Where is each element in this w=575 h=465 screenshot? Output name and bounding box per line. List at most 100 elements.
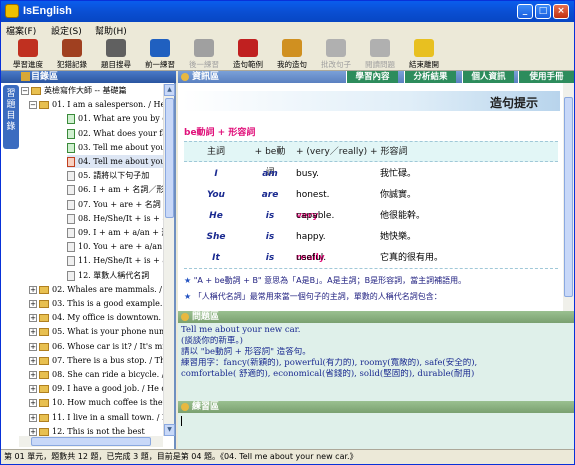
expand-icon[interactable]: + (29, 427, 37, 436)
expand-icon[interactable]: + (29, 385, 37, 394)
tab-analysis-result[interactable]: 分析結果 (404, 71, 456, 83)
tree-folder[interactable]: +03. This is a good example. / (29, 297, 163, 310)
tree-label: 01. I am a salesperson. / He i (52, 100, 163, 110)
grammar-rule: be動詞 + 形容詞 (184, 128, 256, 138)
tree-item[interactable]: 10. You + are + a/an + (67, 240, 163, 253)
folder-icon (39, 342, 49, 351)
expand-icon[interactable]: + (29, 328, 37, 337)
scroll-down-icon[interactable]: ▼ (164, 424, 175, 436)
table-header-cell: + (very／really) + 形容詞 (296, 147, 408, 157)
toolbar-button-9[interactable]: 結束離開 (403, 38, 445, 70)
menu-help[interactable]: 幫助(H) (95, 24, 127, 37)
info-scrollbar[interactable] (563, 83, 574, 311)
maximize-button[interactable]: □ (535, 4, 551, 19)
toolbar-button-4[interactable]: 後一練習 (183, 38, 225, 70)
tree-label: 03. This is a good example. / (52, 299, 163, 308)
completed-check-icon (67, 114, 75, 125)
tree-folder[interactable]: +04. My office is downtown. (29, 311, 161, 324)
expand-icon[interactable]: + (29, 285, 37, 294)
tree-item[interactable]: 06. I + am + 名詞／形 (67, 183, 163, 196)
tab-learning-content[interactable]: 學習內容 (346, 71, 398, 83)
tree-item[interactable]: 01. What are you by c (67, 112, 163, 125)
info-header-label: 資訊區 (192, 72, 220, 82)
document-icon (67, 242, 75, 253)
tree-folder[interactable]: +07. There is a bus stop. / The (29, 354, 163, 367)
tree-folder[interactable]: +02. Whales are mammals. / I (29, 283, 163, 296)
info-icon (181, 73, 189, 81)
tree-horizontal-scrollbar[interactable] (19, 436, 163, 447)
folder-icon (39, 385, 49, 394)
collapse-icon[interactable]: − (21, 87, 29, 95)
toolbar-button-8[interactable]: 閱讀問題 (359, 38, 401, 70)
toolbar-button-3[interactable]: 前一練習 (139, 38, 181, 70)
tab-user-manual[interactable]: 使用手冊 (518, 71, 574, 83)
tree-folder[interactable]: − 01. I am a salesperson. / He i (29, 98, 163, 111)
question-section-header: 問題區 (178, 311, 574, 323)
question-icon (181, 313, 189, 321)
expand-icon[interactable]: + (29, 371, 37, 379)
tree-folder[interactable]: +06. Whose car is it? / It's mi (29, 340, 163, 353)
toolbar-button-0[interactable]: 學習進度 (7, 38, 49, 70)
folder-icon (39, 314, 49, 323)
tree-folder[interactable]: +09. I have a good job. / He d (29, 382, 163, 395)
tree-label: 01. What are you by c (78, 114, 163, 124)
tree-folder[interactable]: − 英檢寫作大師 -- 基礎篇 (21, 84, 127, 97)
tree-vertical-scrollbar[interactable]: ▲ ▼ (163, 84, 175, 436)
close-button[interactable]: × (553, 4, 569, 19)
expand-icon[interactable]: + (29, 300, 37, 308)
tree-folder[interactable]: +05. What is your phone num (29, 325, 163, 338)
toolbar-button-label: 閱讀問題 (365, 60, 395, 69)
toolbar-button-label: 我的造句 (277, 60, 307, 69)
folder-icon (21, 72, 30, 81)
minimize-button[interactable]: _ (517, 4, 533, 19)
tree-item[interactable]: 08. He/She/It + is + 名 (67, 212, 163, 225)
tree-item[interactable]: 07. You + are + 名詞 (67, 198, 161, 211)
folder-icon (31, 87, 41, 95)
expand-icon[interactable]: + (29, 342, 37, 351)
expand-icon[interactable]: + (29, 413, 37, 422)
toolbar-button-7[interactable]: 批改句子 (315, 38, 357, 70)
title-bar: IsEnglish _ □ × (1, 1, 574, 22)
question-line: 請以 "be動詞 + 形容詞" 造答句。 (181, 347, 311, 357)
tree-item[interactable]: 12. 單數人稱代名詞 (67, 269, 149, 282)
toolbar-button-5[interactable]: 造句範例 (227, 38, 269, 70)
tree-label: 02. What does your fa (78, 128, 163, 138)
menu-file[interactable]: 檔案(F) (6, 24, 36, 37)
practice-header-label: 練習區 (192, 402, 220, 412)
tree-item[interactable]: 09. I + am + a/an + 形 (67, 226, 163, 239)
toolbar-button-2[interactable]: 題目搜尋 (95, 38, 137, 70)
tree-item[interactable]: 11. He/She/It + is + a (67, 254, 163, 267)
tab-personal-info[interactable]: 個人資訊 (462, 71, 514, 83)
scroll-up-icon[interactable]: ▲ (164, 84, 175, 96)
tree-folder[interactable]: +10. How much coffee is ther (29, 396, 163, 409)
tree-folder[interactable]: +08. She can ride a bicycle. / (29, 368, 163, 381)
tree-item[interactable]: 02. What does your fa (67, 127, 163, 140)
tab-exercise-index[interactable]: 習題目錄 (3, 85, 19, 149)
hint-title: 造句提示 (489, 96, 538, 110)
subject-cell: You (207, 190, 225, 200)
folder-icon (39, 413, 49, 422)
table-row: Iam busy. 我忙碌。 (184, 164, 558, 185)
practice-input[interactable] (178, 413, 574, 449)
collapse-icon[interactable]: − (29, 101, 37, 110)
expand-icon[interactable]: + (29, 399, 37, 408)
note-1: ★ "A + be動詞 + B" 意思為「A是B」。A是主詞；B是形容詞，當主詞… (184, 276, 467, 285)
scroll-thumb[interactable] (165, 98, 174, 218)
question-line: (談談你的新車。) (181, 336, 243, 346)
tree-folder[interactable]: +11. I live in a small town. / I (29, 411, 163, 424)
table-divider (184, 268, 558, 269)
prev-icon (150, 39, 170, 57)
toolbar-button-6[interactable]: 我的造句 (271, 38, 313, 70)
toolbar-button-label: 犯錯記錄 (57, 60, 87, 69)
folder-icon (39, 300, 49, 308)
tree-item[interactable]: 03. Tell me about you (67, 141, 163, 154)
tree-item[interactable]: 04. Tell me about you (67, 155, 163, 168)
table-row: She is happy. 她快樂。 (184, 227, 558, 248)
tree-item[interactable]: 05. 請將以下句子加 (67, 169, 149, 182)
info-scroll-thumb[interactable] (564, 97, 573, 297)
expand-icon[interactable]: + (29, 356, 37, 365)
toolbar-button-1[interactable]: 犯錯記錄 (51, 38, 93, 70)
menu-settings[interactable]: 設定(S) (51, 24, 82, 37)
hscroll-thumb[interactable] (31, 437, 151, 446)
expand-icon[interactable]: + (29, 314, 37, 323)
